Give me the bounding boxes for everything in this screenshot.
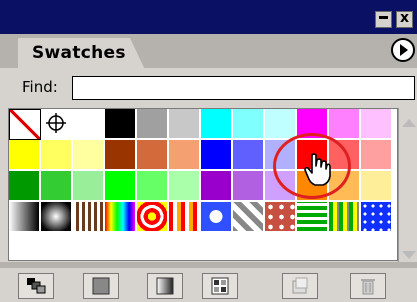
new-swatch-icon[interactable] bbox=[282, 273, 318, 299]
swatch[interactable] bbox=[9, 109, 41, 140]
swatch[interactable] bbox=[329, 171, 361, 202]
swatch[interactable] bbox=[41, 140, 73, 171]
swatch[interactable] bbox=[297, 140, 329, 171]
swatch[interactable] bbox=[361, 140, 393, 171]
delete-swatch-icon[interactable] bbox=[350, 273, 386, 299]
panel-menu-arrow-icon[interactable] bbox=[391, 38, 415, 62]
panel-title-bar[interactable]: x bbox=[0, 0, 417, 34]
swatch[interactable] bbox=[105, 202, 137, 233]
swatch[interactable] bbox=[137, 109, 169, 140]
swatch[interactable] bbox=[233, 202, 265, 233]
show-pattern-swatches-icon[interactable] bbox=[202, 273, 238, 299]
swatch[interactable] bbox=[201, 202, 233, 233]
swatch[interactable] bbox=[297, 171, 329, 202]
scroll-down-arrow-icon[interactable] bbox=[401, 248, 416, 263]
find-input[interactable] bbox=[72, 76, 415, 100]
swatch[interactable] bbox=[137, 171, 169, 202]
swatch-scrollbar[interactable] bbox=[398, 108, 417, 268]
show-color-swatches-icon[interactable] bbox=[83, 273, 119, 299]
swatch[interactable] bbox=[41, 109, 73, 140]
swatch[interactable] bbox=[9, 171, 41, 202]
swatch[interactable] bbox=[105, 171, 137, 202]
swatch[interactable] bbox=[329, 202, 361, 233]
show-all-swatches-icon[interactable] bbox=[18, 273, 54, 299]
find-label: Find: bbox=[22, 78, 58, 96]
swatch-grid bbox=[8, 108, 398, 261]
swatch[interactable] bbox=[265, 140, 297, 171]
swatch[interactable] bbox=[361, 171, 393, 202]
swatch[interactable] bbox=[297, 109, 329, 140]
swatch[interactable] bbox=[233, 109, 265, 140]
swatch[interactable] bbox=[201, 140, 233, 171]
registration-icon bbox=[46, 113, 66, 133]
minimize-icon[interactable] bbox=[375, 11, 392, 28]
swatch[interactable] bbox=[201, 109, 233, 140]
swatch[interactable] bbox=[105, 109, 137, 140]
swatch[interactable] bbox=[265, 109, 297, 140]
swatch[interactable] bbox=[329, 109, 361, 140]
swatch[interactable] bbox=[169, 202, 201, 233]
scroll-up-arrow-icon[interactable] bbox=[401, 116, 416, 131]
close-icon[interactable]: x bbox=[396, 10, 413, 28]
swatch[interactable] bbox=[9, 140, 41, 171]
swatch[interactable] bbox=[169, 109, 201, 140]
swatch[interactable] bbox=[73, 202, 105, 233]
swatch[interactable] bbox=[9, 202, 41, 233]
swatches-panel: x Swatches Find: bbox=[0, 0, 417, 302]
swatch[interactable] bbox=[105, 140, 137, 171]
swatch[interactable] bbox=[297, 202, 329, 233]
show-gradient-swatches-icon[interactable] bbox=[147, 273, 183, 299]
swatch[interactable] bbox=[233, 140, 265, 171]
close-glyph: x bbox=[400, 10, 410, 26]
tab-swatches-label: Swatches bbox=[32, 43, 126, 63]
swatch[interactable] bbox=[41, 202, 73, 233]
swatch[interactable] bbox=[73, 171, 105, 202]
swatch[interactable] bbox=[73, 140, 105, 171]
swatch[interactable] bbox=[137, 202, 169, 233]
swatch[interactable] bbox=[41, 171, 73, 202]
swatch[interactable] bbox=[73, 109, 105, 140]
swatch[interactable] bbox=[233, 171, 265, 202]
swatch[interactable] bbox=[361, 109, 393, 140]
swatch[interactable] bbox=[169, 171, 201, 202]
swatch[interactable] bbox=[265, 202, 297, 233]
swatch[interactable] bbox=[137, 140, 169, 171]
swatch[interactable] bbox=[361, 202, 393, 233]
swatch[interactable] bbox=[201, 171, 233, 202]
swatch[interactable] bbox=[169, 140, 201, 171]
swatch[interactable] bbox=[265, 171, 297, 202]
swatch[interactable] bbox=[329, 140, 361, 171]
